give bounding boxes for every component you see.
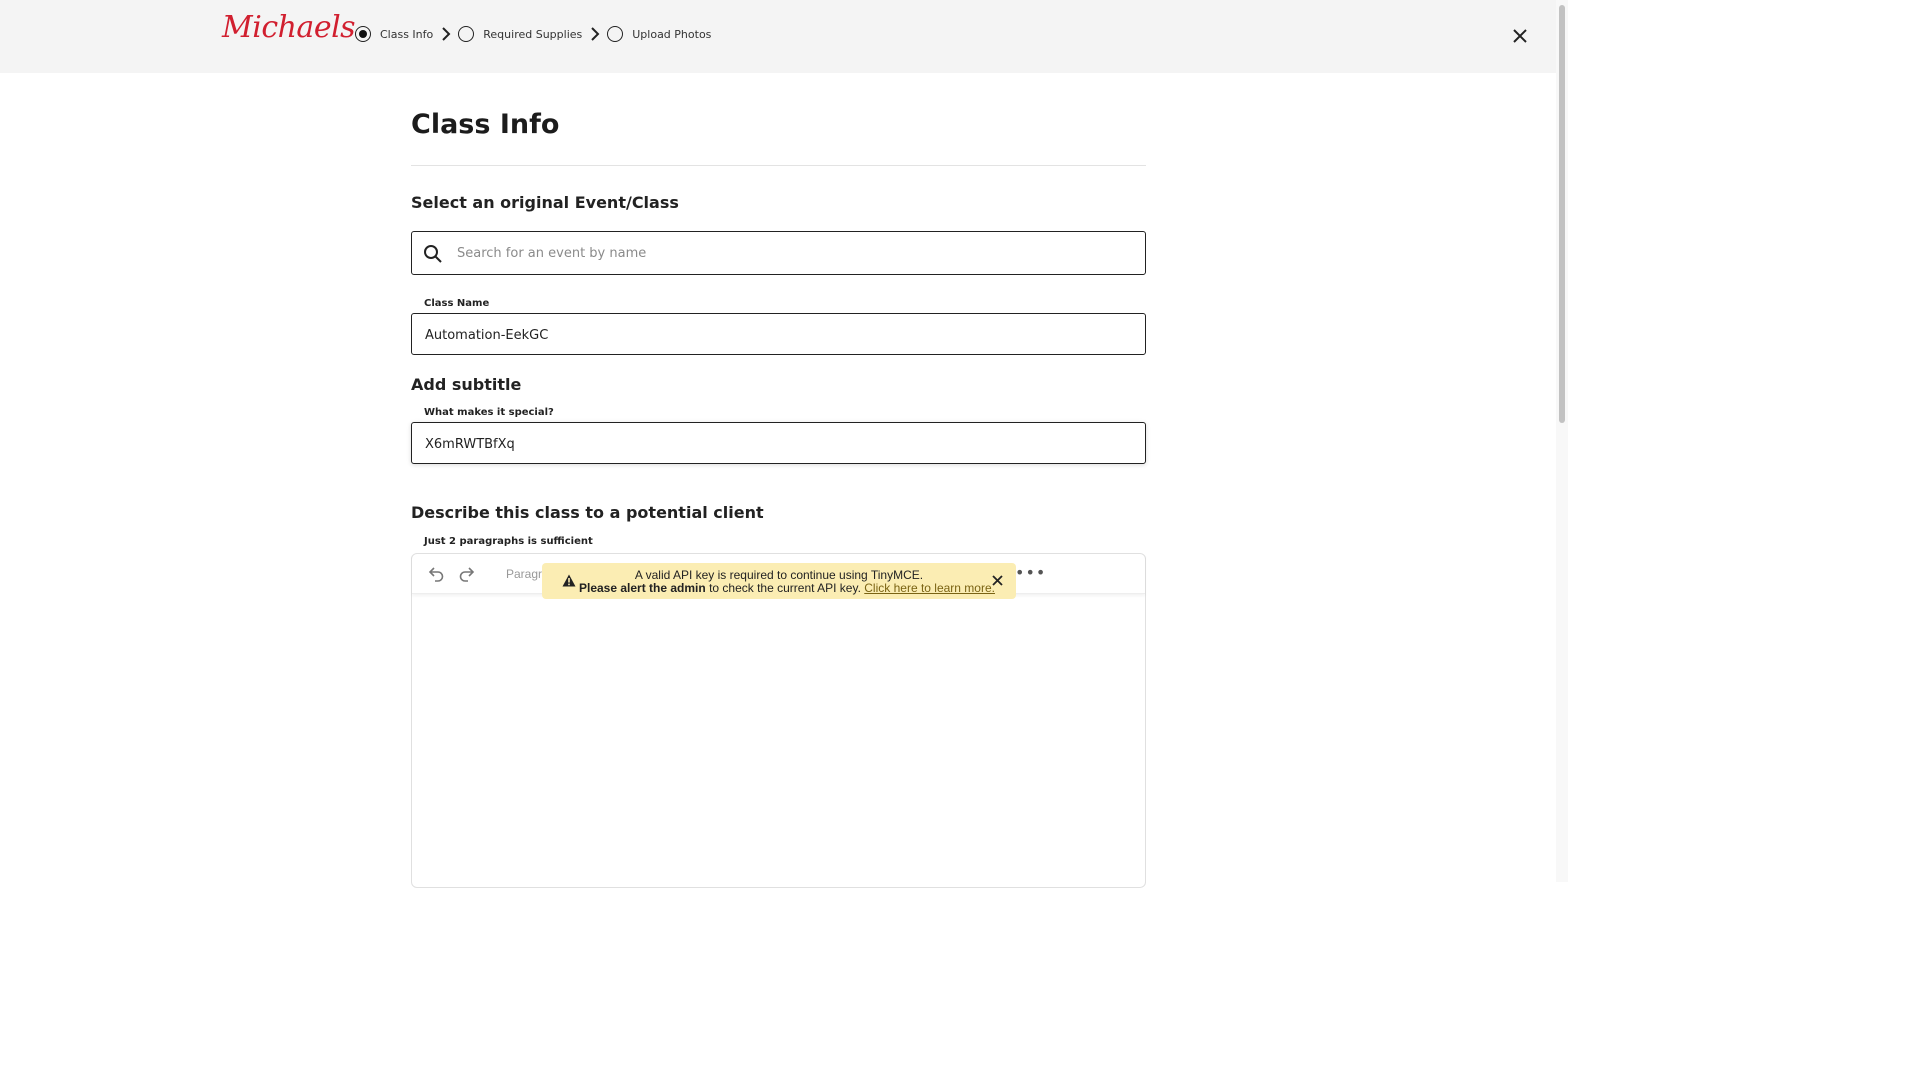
class-name-field[interactable] bbox=[411, 313, 1146, 355]
class-name-label: Class Name bbox=[424, 298, 490, 309]
subtitle-label: What makes it special? bbox=[424, 407, 554, 418]
description-section-heading: Describe this class to a potential clien… bbox=[411, 503, 764, 522]
step-radio-icon bbox=[458, 26, 475, 42]
close-notice-icon[interactable] bbox=[992, 575, 1003, 586]
description-label: Just 2 paragraphs is sufficient bbox=[424, 536, 593, 547]
chevron-right-icon bbox=[591, 27, 600, 41]
step-radio-icon bbox=[607, 26, 624, 42]
rich-text-editor[interactable]: Paragra ••• bbox=[411, 553, 1146, 888]
title-divider bbox=[411, 165, 1146, 166]
close-icon[interactable] bbox=[1510, 26, 1530, 46]
notice-detail: Please alert the admin to check the curr… bbox=[579, 581, 995, 595]
editor-content-area[interactable] bbox=[412, 595, 1145, 885]
more-options-button[interactable]: ••• bbox=[1015, 563, 1046, 582]
event-search-input[interactable] bbox=[457, 242, 1127, 264]
notice-bold-text: Please alert the admin bbox=[579, 581, 706, 595]
subtitle-section-heading: Add subtitle bbox=[411, 375, 522, 394]
subtitle-field[interactable] bbox=[411, 422, 1146, 464]
subtitle-input[interactable] bbox=[425, 433, 1125, 455]
step-active-radio-icon bbox=[355, 26, 371, 42]
michaels-logo[interactable]: Michaels bbox=[222, 10, 356, 45]
step-label: Upload Photos bbox=[632, 27, 712, 41]
scrollbar-thumb[interactable] bbox=[1559, 5, 1565, 423]
search-icon bbox=[424, 245, 442, 263]
step-label: Required Supplies bbox=[483, 27, 583, 41]
page-scrollbar[interactable] bbox=[1556, 0, 1568, 882]
top-bar: Michaels Class Info Required Supplies Up… bbox=[0, 0, 1556, 73]
undo-icon[interactable] bbox=[428, 565, 445, 582]
notice-message: A valid API key is required to continue … bbox=[634, 568, 924, 582]
event-search-box[interactable] bbox=[411, 231, 1146, 275]
step-required-supplies[interactable]: Required Supplies bbox=[458, 26, 582, 42]
chevron-right-icon bbox=[442, 27, 451, 41]
step-upload-photos[interactable]: Upload Photos bbox=[607, 26, 711, 42]
event-section-heading: Select an original Event/Class bbox=[411, 193, 679, 212]
learn-more-link[interactable]: Click here to learn more. bbox=[864, 581, 995, 595]
progress-steps: Class Info Required Supplies Upload Phot… bbox=[355, 25, 711, 43]
tinymce-api-key-notice: A valid API key is required to continue … bbox=[542, 563, 1016, 599]
class-name-input[interactable] bbox=[425, 324, 1125, 346]
redo-icon[interactable] bbox=[458, 565, 475, 582]
page-title: Class Info bbox=[411, 109, 560, 140]
step-label: Class Info bbox=[380, 27, 434, 41]
step-class-info[interactable]: Class Info bbox=[355, 26, 433, 42]
notice-detail-text: to check the current API key. bbox=[705, 581, 865, 595]
